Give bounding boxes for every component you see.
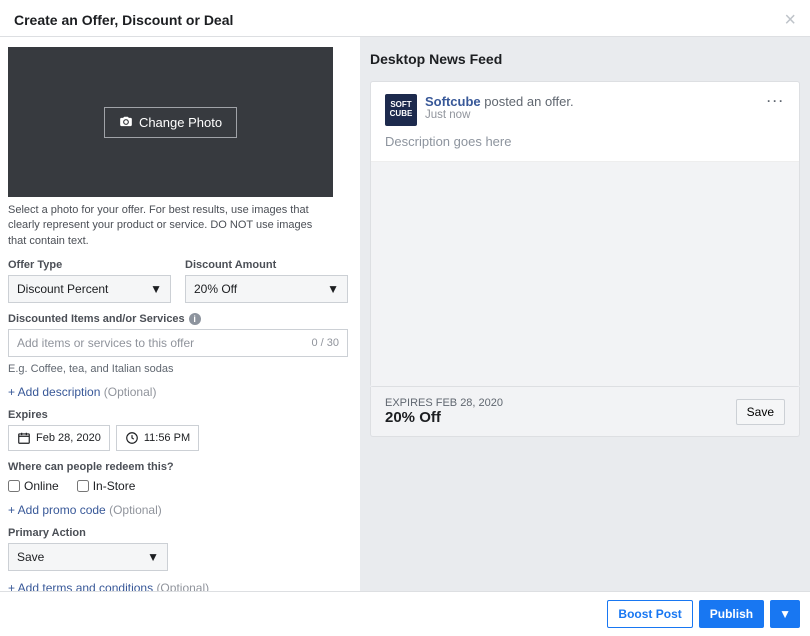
add-terms-link[interactable]: + Add terms and conditions [8,581,153,591]
camera-icon [119,115,133,129]
change-photo-button[interactable]: Change Photo [104,107,237,138]
publish-button[interactable]: Publish [699,600,764,628]
items-input-wrap: 0 / 30 [8,329,348,357]
preview-discount: 20% Off [385,409,503,426]
post-menu-icon[interactable]: ··· [767,94,785,108]
publish-dropdown-button[interactable]: ▼ [770,600,800,628]
add-terms-row: + Add terms and conditions (Optional) [8,581,348,591]
chevron-down-icon: ▼ [150,282,162,296]
calendar-icon [17,431,31,445]
primary-action-label: Primary Action [8,527,348,539]
offer-type-label: Offer Type [8,259,171,271]
offer-photo: Change Photo [8,47,333,197]
discount-amount-label: Discount Amount [185,259,348,271]
description-placeholder: Description goes here [385,134,785,149]
modal-footer: Boost Post Publish ▼ [0,591,810,636]
page-name-link[interactable]: Softcube [425,94,481,109]
clock-icon [125,431,139,445]
expires-label: Expires [8,409,348,421]
expires-date-input[interactable]: Feb 28, 2020 [8,425,110,451]
instore-checkbox[interactable]: In-Store [77,479,136,493]
preview-footer: EXPIRES FEB 28, 2020 20% Off Save [370,387,800,437]
redeem-label: Where can people redeem this? [8,461,348,473]
avatar: SOFT CUBE [385,94,417,126]
info-icon[interactable]: i [189,313,201,325]
items-hint: E.g. Coffee, tea, and Italian sodas [8,363,348,375]
photo-hint: Select a photo for your offer. For best … [8,203,333,249]
preview-title: Desktop News Feed [370,51,800,67]
preview-save-button[interactable]: Save [736,399,785,425]
discount-amount-select[interactable]: 20% Off ▼ [185,275,348,303]
items-input[interactable] [17,336,311,350]
modal-header: Create an Offer, Discount or Deal × [0,0,810,37]
add-promo-row: + Add promo code (Optional) [8,503,348,517]
boost-post-button[interactable]: Boost Post [607,600,692,628]
items-count: 0 / 30 [311,337,339,349]
chevron-down-icon: ▼ [327,282,339,296]
expires-time-input[interactable]: 11:56 PM [116,425,199,451]
post-time: Just now [425,109,574,121]
preview-image-area [371,161,799,386]
modal-title: Create an Offer, Discount or Deal [14,12,233,28]
items-label: Discounted Items and/or Services i [8,313,348,325]
add-description-link[interactable]: + Add description [8,385,100,399]
preview-expires: EXPIRES FEB 28, 2020 [385,397,503,409]
add-description-row: + Add description (Optional) [8,385,348,399]
close-icon[interactable]: × [784,10,796,30]
add-promo-link[interactable]: + Add promo code [8,503,106,517]
preview-panel: Desktop News Feed ··· SOFT CUBE Softcube… [360,37,810,591]
offer-type-select[interactable]: Discount Percent ▼ [8,275,171,303]
preview-card: ··· SOFT CUBE Softcube posted an offer. … [370,81,800,387]
online-checkbox[interactable]: Online [8,479,59,493]
chevron-down-icon: ▼ [147,550,159,564]
form-panel: Change Photo Select a photo for your off… [0,37,360,591]
primary-action-select[interactable]: Save ▼ [8,543,168,571]
